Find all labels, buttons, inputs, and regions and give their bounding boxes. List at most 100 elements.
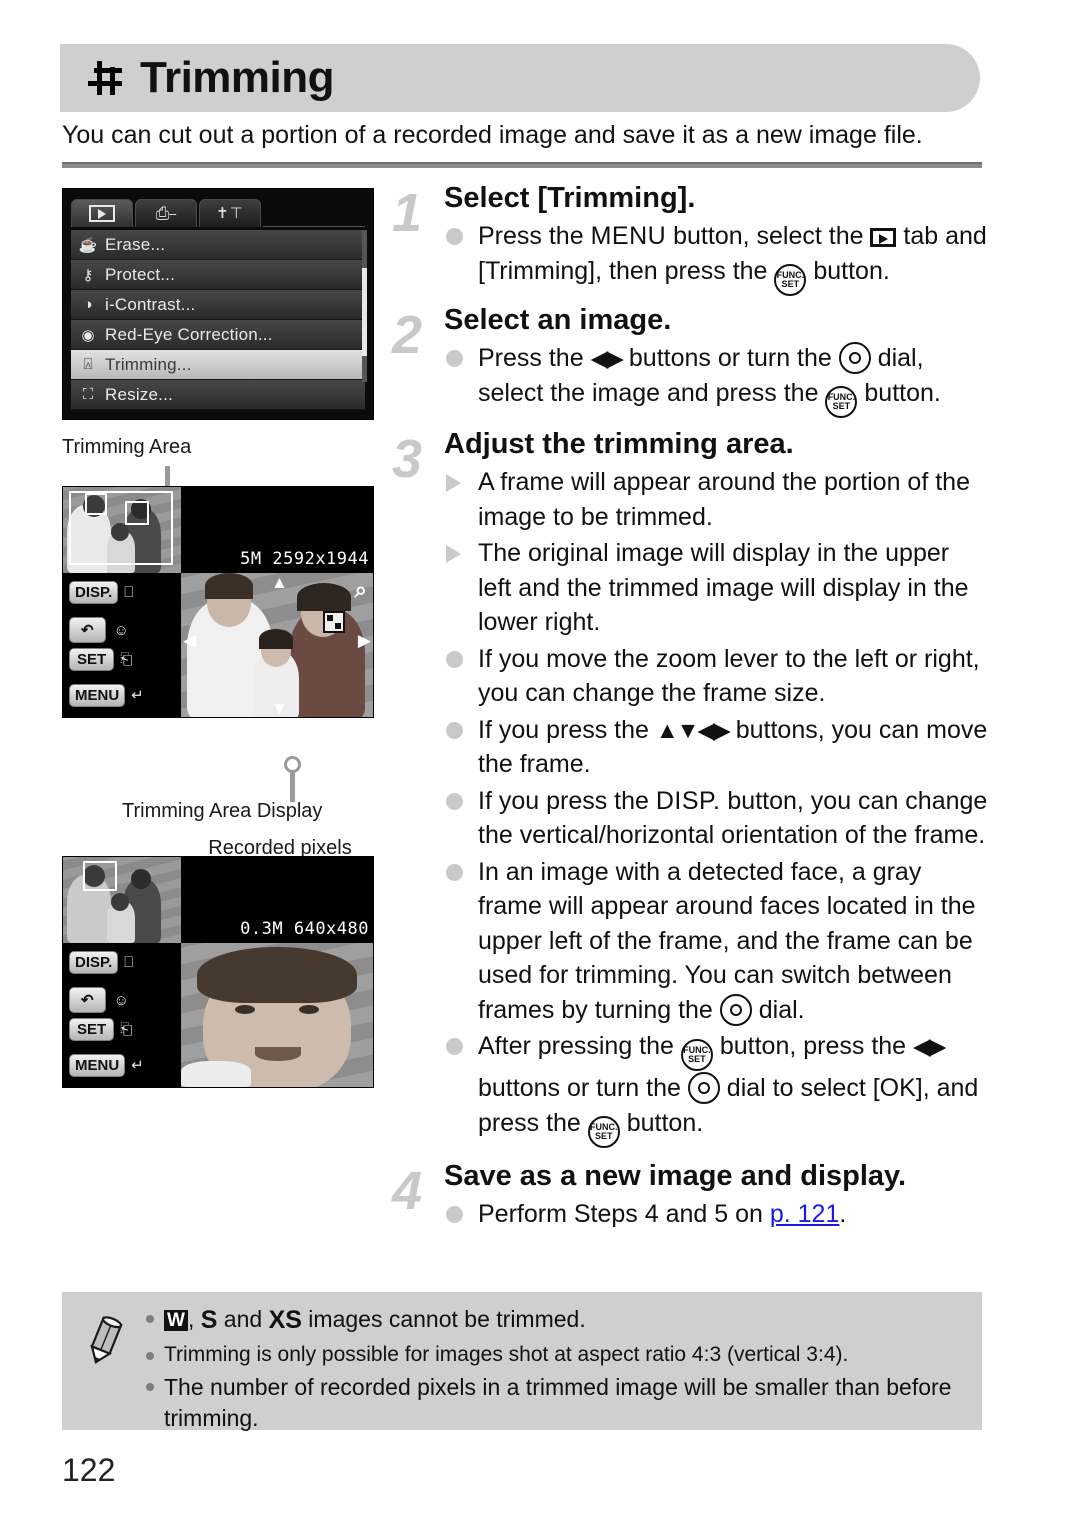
bullet-text: dial. (751, 995, 805, 1024)
playback-icon (89, 205, 115, 222)
crop-icon: ⍓ (83, 356, 93, 373)
menu-item-label: Trimming... (105, 354, 192, 374)
step-bullet: A frame will appear around the portion o… (444, 465, 988, 534)
trimmed-resolution-label: 0.3M 640x480 (240, 919, 369, 939)
intro-paragraph: You can cut out a portion of a recorded … (62, 121, 923, 149)
original-image-thumbnail (63, 857, 181, 943)
func-set-icon: FUNC. SET (825, 385, 858, 418)
bullet-text: button. (857, 378, 941, 407)
func-set-icon: FUNC. SET (774, 263, 807, 296)
menu-item-label: Resize... (105, 384, 173, 404)
caption-trimming-area-display: Trimming Area Display (122, 800, 323, 822)
page-number: 122 (62, 1452, 116, 1488)
menu-button-glyph: MENU (590, 222, 667, 251)
page-header-bar: Trimming (60, 44, 980, 112)
zoom-magnifier-icon: ⌕ (354, 577, 367, 602)
back-icon: ↵ (131, 1057, 144, 1074)
bullet-text: buttons or turn the (621, 344, 839, 373)
print-tab[interactable]: ⎙⎯ (135, 199, 197, 227)
back-icon: ↵ (131, 687, 144, 704)
bullet-dot-icon (446, 1038, 463, 1056)
lcd-top-strip: 0.3M 640x480 (63, 857, 373, 943)
note-list: W, S and XS images cannot be trimmed. Tr… (144, 1304, 968, 1437)
step-bullet: The original image will display in the u… (444, 536, 988, 640)
switch-display-icon: ⎕ (124, 954, 134, 971)
menu-item-protect[interactable]: ⚷ Protect... (71, 260, 365, 290)
xs-size-icon: XS (268, 1306, 302, 1334)
bullet-dot-icon (446, 721, 463, 739)
note-text: , (187, 1306, 201, 1332)
wrench-hammer-icon: ✝⊤ (216, 205, 244, 222)
menu-item-trimming[interactable]: ⍓ Trimming... (71, 350, 365, 380)
original-image-thumbnail (63, 487, 181, 573)
bullet-dot-icon (446, 792, 463, 810)
menu-item-resize[interactable]: ⛶ Resize... (71, 380, 365, 410)
set-button-label: SET (69, 648, 115, 671)
w-size-icon: W (164, 1310, 188, 1331)
bullet-text: button. (806, 256, 890, 285)
step-title: Adjust the trimming area. (444, 427, 794, 460)
camera-menu-list: ☕ Erase... ⚷ Protect... ◑ i-Contrast... … (71, 230, 367, 410)
menu-item-i-contrast[interactable]: ◑ i-Contrast... (71, 290, 365, 320)
face-select-icon: ☺ (113, 991, 129, 1009)
step-bullet: Perform Steps 4 and 5 on p. 121. (444, 1197, 988, 1232)
step-bullet: If you press the DISP. button, you can c… (444, 784, 988, 853)
disp-button-glyph: DISP. (655, 786, 721, 815)
step-bullet: If you press the ▲▼◀▶ buttons, you can m… (444, 713, 988, 782)
left-illustration-column: ⎙⎯ ✝⊤ ☕ Erase... ⚷ Protect... ◑ i-Contra… (62, 188, 374, 1088)
switch-display-icon: ⎕ (124, 584, 134, 601)
resize-icon: ⛶ (82, 386, 94, 403)
bullet-dot-icon (446, 650, 463, 668)
dial-icon (838, 342, 871, 375)
printer-icon: ⎙⎯ (155, 204, 177, 223)
menu-scrollbar-thumb[interactable] (362, 268, 367, 356)
step-number: 2 (392, 304, 423, 365)
menu-item-label: Protect... (105, 264, 176, 284)
erase-icon: ☕ (78, 236, 98, 254)
playback-tab[interactable] (71, 199, 133, 227)
step-title: Save as a new image and display. (444, 1159, 907, 1192)
func-set-icon: FUNC. SET (680, 1039, 713, 1072)
s-size-icon: S (200, 1306, 218, 1334)
dial-icon (687, 1072, 720, 1105)
note-bullet-icon (146, 1351, 154, 1360)
note-bullet-icon (146, 1315, 154, 1323)
bullet-text: If you press the (478, 786, 656, 815)
lcd-button-guide: DISP. ⎕ ↶ ☺ SET ⎗ MENU ↵ (63, 573, 181, 717)
caption-trimming-area: Trimming Area (62, 436, 192, 458)
rotate-button: ↶ (69, 617, 106, 643)
face-select-icon: ☺ (113, 621, 129, 639)
bullet-text: button, select the (666, 222, 871, 251)
caption-leader-line (284, 756, 301, 802)
page-reference-link[interactable]: p. 121 (770, 1200, 840, 1228)
bullet-text: The original image will display in the u… (478, 539, 969, 637)
func-set-icon: FUNC. SET (587, 1115, 620, 1148)
bullet-text: . (839, 1199, 847, 1228)
lcd-screenshot-trimming-area: 5M 2592x1944 DISP. ⎕ ↶ ☺ SET ⎗ MENU ↵ ▲ … (62, 486, 374, 718)
step-bullet: If you move the zoom lever to the left o… (444, 642, 988, 711)
bullet-dot-icon (446, 350, 463, 368)
menu-item-label: i-Contrast... (105, 294, 196, 314)
note-text: Trimming is only possible for images sho… (164, 1342, 849, 1366)
lcd-screenshot-trimmed-result: 0.3M 640x480 DISP. ⎕ ↶ ☺ SET ⎗ MENU ↵ (62, 856, 374, 1088)
lcd-button-guide: DISP. ⎕ ↶ ☺ SET ⎗ MENU ↵ (63, 943, 181, 1087)
left-arrow-icon: ◀ (183, 631, 197, 650)
step-title: Select [Trimming]. (444, 182, 696, 214)
protect-key-icon: ⚷ (82, 266, 94, 284)
bullet-dot-icon (446, 863, 463, 881)
menu-item-erase[interactable]: ☕ Erase... (71, 230, 365, 260)
note-item: Trimming is only possible for images sho… (144, 1341, 968, 1369)
bullet-text: A frame will appear around the portion o… (478, 468, 970, 531)
step-number: 1 (392, 183, 423, 243)
step-number: 3 (392, 428, 423, 489)
settings-tab[interactable]: ✝⊤ (199, 199, 261, 227)
note-box: W, S and XS images cannot be trimmed. Tr… (62, 1292, 982, 1431)
playback-icon (870, 228, 897, 248)
frame-size-icon (323, 611, 345, 633)
camera-menu-screenshot: ⎙⎯ ✝⊤ ☕ Erase... ⚷ Protect... ◑ i-Contra… (62, 188, 374, 420)
step-bullet: Press the MENU button, select the tab an… (444, 219, 988, 296)
menu-item-red-eye-correction[interactable]: ◉ Red-Eye Correction... (71, 320, 365, 350)
bullet-text: If you press the (478, 715, 656, 744)
camera-menu-tabs: ⎙⎯ ✝⊤ (71, 197, 365, 227)
note-item: W, S and XS images cannot be trimmed. (144, 1304, 968, 1338)
